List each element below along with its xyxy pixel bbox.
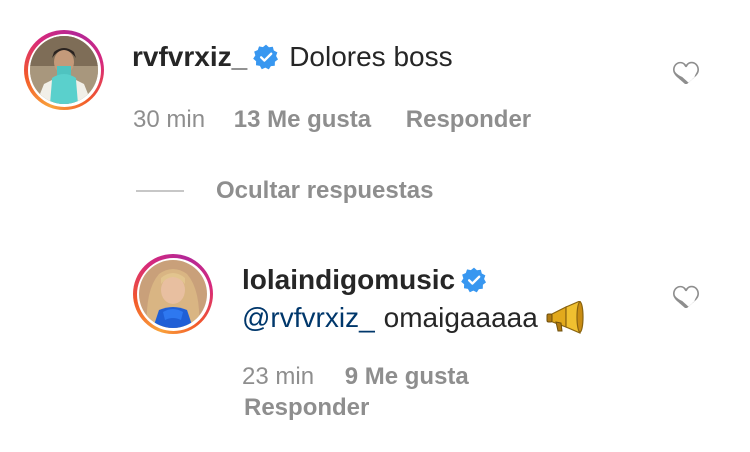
reply-avatar[interactable] [133, 254, 213, 334]
comment-body: rvfvrxiz_ Dolores boss [132, 40, 453, 74]
reply-text: omaigaaaaa [383, 302, 538, 333]
reply-button[interactable]: Responder [406, 105, 531, 135]
reply-meta-second: Responder [244, 393, 369, 423]
hide-replies-toggle[interactable]: Ocultar respuestas [136, 176, 433, 206]
reply-body: @rvfvrxiz_ omaigaaaaa [242, 301, 584, 335]
mention-link[interactable]: @rvfvrxiz_ [242, 301, 375, 335]
reply-reply-button[interactable]: Responder [244, 393, 369, 423]
verified-badge-icon [253, 44, 279, 70]
verified-badge-icon [461, 267, 487, 293]
avatar-image [30, 36, 98, 104]
hide-replies-label: Ocultar respuestas [216, 177, 434, 204]
reply-avatar-image [139, 260, 207, 328]
reply-time: 23 min [242, 363, 315, 390]
replies-divider [136, 190, 184, 192]
likes-count-link[interactable]: 13 Me gusta [234, 105, 371, 135]
comment-time: 30 min [133, 106, 206, 133]
megaphone-emoji-icon [546, 301, 584, 335]
reply-likes-count-link[interactable]: 9 Me gusta [345, 362, 469, 392]
comment-username[interactable]: rvfvrxiz_ [132, 40, 247, 74]
heart-outline-icon[interactable] [673, 60, 699, 84]
reply-meta: 23 min 9 Me gusta [242, 362, 469, 392]
avatar[interactable] [24, 30, 104, 110]
heart-outline-icon[interactable] [673, 284, 699, 308]
reply-username[interactable]: lolaindigomusic [242, 263, 455, 297]
reply-header: lolaindigomusic [242, 263, 497, 297]
profile-photo-icon [139, 260, 207, 328]
comment-text: Dolores boss [289, 41, 453, 72]
profile-photo-icon [30, 36, 98, 104]
comment-meta: 30 min 13 Me gusta Responder [133, 105, 531, 135]
